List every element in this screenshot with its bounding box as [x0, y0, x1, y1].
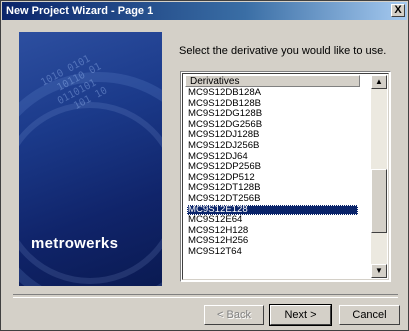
vertical-scrollbar[interactable]: ▲ ▼	[371, 75, 387, 278]
instruction-text: Select the derivative you would like to …	[179, 45, 387, 57]
listbox-frame: Derivatives MC9S12DB128A MC9S12DB128B MC9S…	[182, 73, 389, 280]
scrollbar-thumb[interactable]	[371, 169, 387, 233]
derivative-item[interactable]: MC9S12DT256B	[187, 193, 358, 205]
footer-separator	[13, 294, 398, 298]
derivative-item[interactable]: MC9S12DJ256B	[187, 140, 358, 152]
close-button[interactable]: X	[391, 4, 405, 17]
derivatives-listbox[interactable]: Derivatives MC9S12DB128A MC9S12DB128B MC9S…	[180, 71, 391, 282]
scroll-up-button[interactable]: ▲	[371, 75, 387, 89]
wizard-window: New Project Wizard - Page 1 X 1010 0101 …	[0, 0, 409, 331]
derivative-item[interactable]: MC9S12T64	[187, 246, 358, 258]
derivatives-list: MC9S12DB128A MC9S12DB128B MC9S12DG128B MC9S…	[187, 87, 358, 258]
cancel-button[interactable]: Cancel	[339, 305, 400, 325]
list-header-derivatives[interactable]: Derivatives	[185, 75, 360, 87]
arrow-down-icon: ▼	[375, 266, 383, 275]
window-title: New Project Wizard - Page 1	[6, 5, 154, 17]
metrowerks-logo: metrowerks	[31, 235, 119, 252]
arrow-up-icon: ▲	[375, 77, 383, 86]
next-button[interactable]: Next >	[269, 304, 332, 326]
scroll-down-button[interactable]: ▼	[371, 264, 387, 278]
metrowerks-banner: 1010 0101 10110 01 0110101 101 10 metrow…	[19, 32, 162, 286]
close-icon: X	[394, 4, 402, 16]
title-bar[interactable]: New Project Wizard - Page 1 X	[2, 2, 407, 20]
banner-swirl-inner	[19, 102, 162, 284]
derivative-item[interactable]: MC9S12DB128A	[187, 87, 358, 99]
back-button[interactable]: < Back	[204, 305, 264, 325]
